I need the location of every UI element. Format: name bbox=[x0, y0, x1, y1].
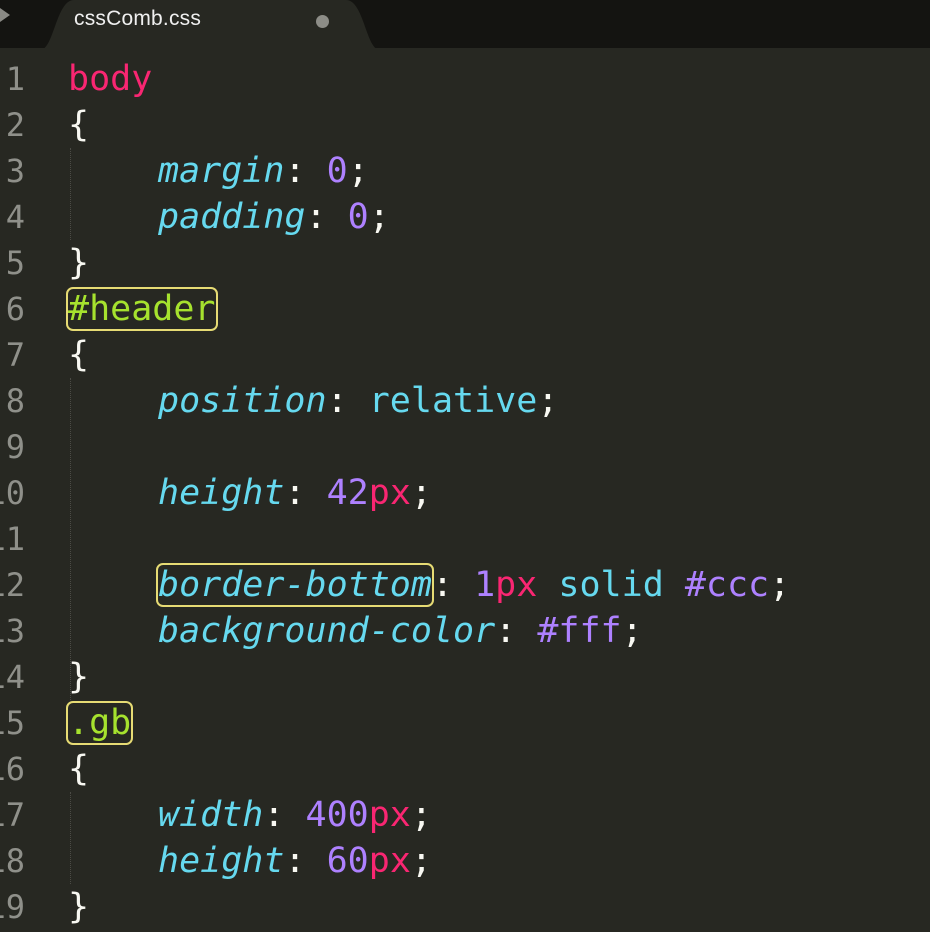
code-line: #header bbox=[66, 286, 218, 332]
line-number: 12 bbox=[0, 566, 25, 604]
css-number: 0 bbox=[347, 197, 369, 237]
css-property: padding bbox=[158, 197, 306, 237]
semicolon: ; bbox=[410, 795, 432, 835]
code-line: width: 400px; bbox=[68, 792, 432, 838]
line-number: 19 bbox=[0, 888, 25, 926]
colon: : bbox=[326, 381, 348, 421]
semicolon: ; bbox=[769, 565, 791, 605]
line-number: 1 bbox=[5, 60, 25, 98]
line-number: 11 bbox=[0, 520, 25, 558]
colon: : bbox=[305, 197, 327, 237]
line-number: 2 bbox=[5, 106, 25, 144]
css-color: #fff bbox=[537, 611, 622, 651]
code-line: background-color: #fff; bbox=[68, 608, 643, 654]
css-selector-highlighted: .gb bbox=[65, 701, 134, 745]
editor-window: cssComb.css 1 2 3 4 5 6 7 8 9 10 11 12 1… bbox=[0, 0, 930, 932]
css-property-highlighted: border-bottom bbox=[156, 563, 434, 607]
css-property: background-color bbox=[158, 611, 496, 651]
css-number: 400 bbox=[305, 795, 369, 835]
tab-label: cssComb.css bbox=[74, 7, 202, 30]
code-line: height: 60px; bbox=[68, 838, 432, 884]
line-number: 10 bbox=[0, 474, 25, 512]
code-line: } bbox=[68, 654, 89, 700]
code-line: height: 42px; bbox=[68, 470, 432, 516]
css-number: 42 bbox=[326, 473, 369, 513]
semicolon: ; bbox=[410, 473, 432, 513]
tab-bar: cssComb.css bbox=[0, 0, 930, 50]
semicolon: ; bbox=[537, 381, 559, 421]
line-number: 8 bbox=[5, 382, 25, 420]
css-number: 60 bbox=[326, 841, 369, 881]
code-line: { bbox=[68, 746, 89, 792]
code-line: { bbox=[68, 332, 89, 378]
css-unit: px bbox=[368, 473, 411, 513]
code-line: padding: 0; bbox=[68, 194, 390, 240]
line-number: 3 bbox=[5, 152, 25, 190]
css-unit: px bbox=[495, 565, 538, 605]
line-number: 15 bbox=[0, 704, 25, 742]
line-number: 16 bbox=[0, 750, 25, 788]
colon: : bbox=[284, 841, 306, 881]
open-brace: { bbox=[68, 335, 90, 375]
code-line: body bbox=[68, 56, 152, 102]
code-line: position: relative; bbox=[68, 378, 558, 424]
close-brace: } bbox=[68, 243, 90, 283]
colon: : bbox=[263, 795, 285, 835]
css-value: relative bbox=[368, 381, 538, 421]
code-line: border-bottom: 1px solid #ccc; bbox=[68, 562, 790, 608]
css-selector: body bbox=[68, 59, 153, 99]
colon: : bbox=[431, 565, 454, 605]
semicolon: ; bbox=[621, 611, 643, 651]
css-color: #ccc bbox=[684, 565, 770, 605]
scroll-tabs-left-icon[interactable] bbox=[0, 8, 10, 22]
css-unit: px bbox=[368, 795, 411, 835]
line-number: 7 bbox=[5, 336, 25, 374]
css-property: width bbox=[158, 795, 264, 835]
css-unit: px bbox=[368, 841, 411, 881]
css-property: margin bbox=[158, 151, 285, 191]
css-value: solid bbox=[558, 565, 664, 605]
colon: : bbox=[284, 151, 306, 191]
open-brace: { bbox=[68, 105, 90, 145]
colon: : bbox=[284, 473, 306, 513]
code-line: { bbox=[68, 102, 89, 148]
open-brace: { bbox=[68, 749, 90, 789]
line-number: 6 bbox=[5, 290, 25, 328]
semicolon: ; bbox=[347, 151, 369, 191]
line-number: 18 bbox=[0, 842, 25, 880]
semicolon: ; bbox=[410, 841, 432, 881]
line-number: 9 bbox=[5, 428, 25, 466]
css-number: 0 bbox=[326, 151, 348, 191]
line-number: 5 bbox=[5, 244, 25, 282]
code-line: } bbox=[68, 884, 89, 930]
code-line: } bbox=[68, 240, 89, 286]
line-number-gutter: 1 2 3 4 5 6 7 8 9 10 11 12 13 14 15 16 1… bbox=[0, 50, 60, 932]
code-line: margin: 0; bbox=[68, 148, 369, 194]
unsaved-dot-icon[interactable] bbox=[316, 15, 329, 28]
semicolon: ; bbox=[368, 197, 390, 237]
line-number: 17 bbox=[0, 796, 25, 834]
close-brace: } bbox=[68, 657, 90, 697]
line-number: 14 bbox=[0, 658, 25, 696]
css-property: position bbox=[158, 381, 327, 421]
code-line: .gb bbox=[65, 700, 134, 746]
line-number: 4 bbox=[5, 198, 25, 236]
css-selector-highlighted: #header bbox=[66, 287, 218, 331]
css-property: height bbox=[158, 841, 285, 881]
close-brace: } bbox=[68, 887, 90, 927]
css-property: height bbox=[158, 473, 285, 513]
css-number: 1 bbox=[474, 565, 496, 605]
line-number: 13 bbox=[0, 612, 25, 650]
code-editor[interactable]: 1 2 3 4 5 6 7 8 9 10 11 12 13 14 15 16 1… bbox=[0, 50, 930, 932]
tab-csscomb[interactable]: cssComb.css bbox=[40, 0, 380, 50]
colon: : bbox=[495, 611, 517, 651]
